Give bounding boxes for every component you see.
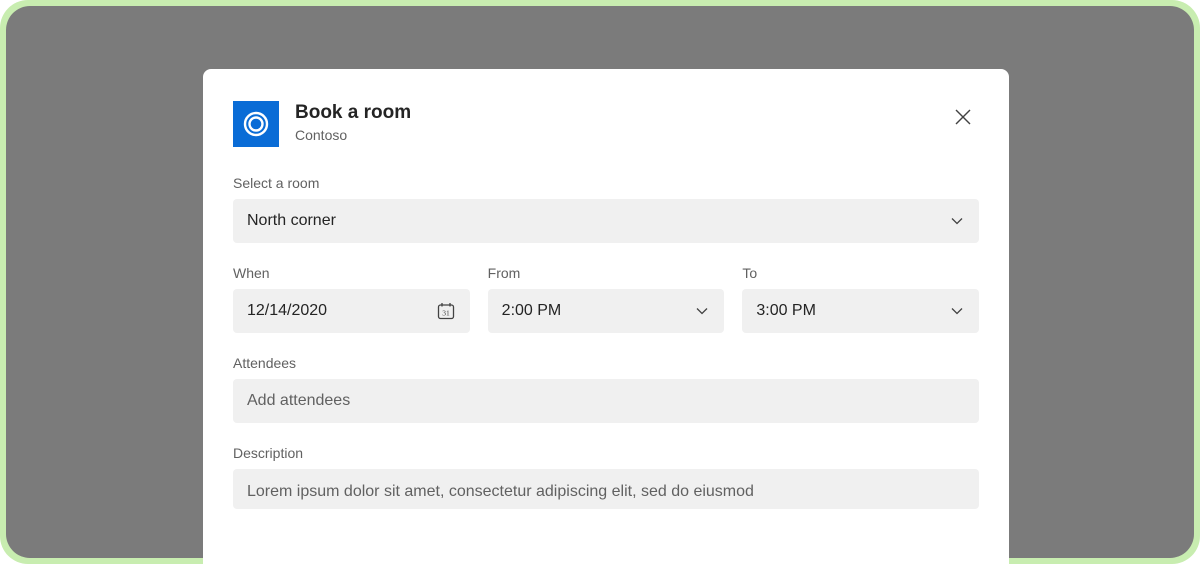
from-value: 2:00 PM bbox=[502, 302, 687, 320]
datetime-row: When 12/14/2020 31 bbox=[233, 265, 979, 333]
attendees-placeholder: Add attendees bbox=[247, 392, 965, 410]
to-label: To bbox=[742, 265, 979, 281]
dialog-subtitle: Contoso bbox=[295, 126, 947, 144]
description-section: Description Lorem ipsum dolor sit amet, … bbox=[233, 445, 979, 509]
page-background: Book a room Contoso Select a room North … bbox=[6, 6, 1194, 558]
svg-text:31: 31 bbox=[442, 309, 450, 318]
book-room-dialog: Book a room Contoso Select a room North … bbox=[203, 69, 1009, 564]
dialog-header: Book a room Contoso bbox=[233, 101, 979, 147]
dialog-title-block: Book a room Contoso bbox=[295, 101, 947, 144]
when-section: When 12/14/2020 31 bbox=[233, 265, 470, 333]
chevron-down-icon bbox=[694, 303, 710, 319]
to-section: To 3:00 PM bbox=[742, 265, 979, 333]
description-input[interactable]: Lorem ipsum dolor sit amet, consectetur … bbox=[233, 469, 979, 509]
outer-frame: Book a room Contoso Select a room North … bbox=[0, 0, 1200, 564]
attendees-label: Attendees bbox=[233, 355, 979, 371]
chevron-down-icon bbox=[949, 303, 965, 319]
when-label: When bbox=[233, 265, 470, 281]
from-section: From 2:00 PM bbox=[488, 265, 725, 333]
from-label: From bbox=[488, 265, 725, 281]
to-select[interactable]: 3:00 PM bbox=[742, 289, 979, 333]
description-label: Description bbox=[233, 445, 979, 461]
attendees-section: Attendees Add attendees bbox=[233, 355, 979, 423]
dialog-title: Book a room bbox=[295, 101, 947, 126]
room-value: North corner bbox=[247, 212, 941, 230]
calendar-icon: 31 bbox=[436, 301, 456, 321]
attendees-input[interactable]: Add attendees bbox=[233, 379, 979, 423]
room-section: Select a room North corner bbox=[233, 175, 979, 243]
when-value: 12/14/2020 bbox=[247, 302, 436, 320]
to-value: 3:00 PM bbox=[756, 302, 941, 320]
from-select[interactable]: 2:00 PM bbox=[488, 289, 725, 333]
close-icon bbox=[954, 108, 972, 126]
room-select[interactable]: North corner bbox=[233, 199, 979, 243]
close-button[interactable] bbox=[947, 101, 979, 133]
description-value: Lorem ipsum dolor sit amet, consectetur … bbox=[247, 483, 754, 500]
chevron-down-icon bbox=[949, 213, 965, 229]
room-label: Select a room bbox=[233, 175, 979, 191]
when-input[interactable]: 12/14/2020 31 bbox=[233, 289, 470, 333]
app-icon bbox=[233, 101, 279, 147]
